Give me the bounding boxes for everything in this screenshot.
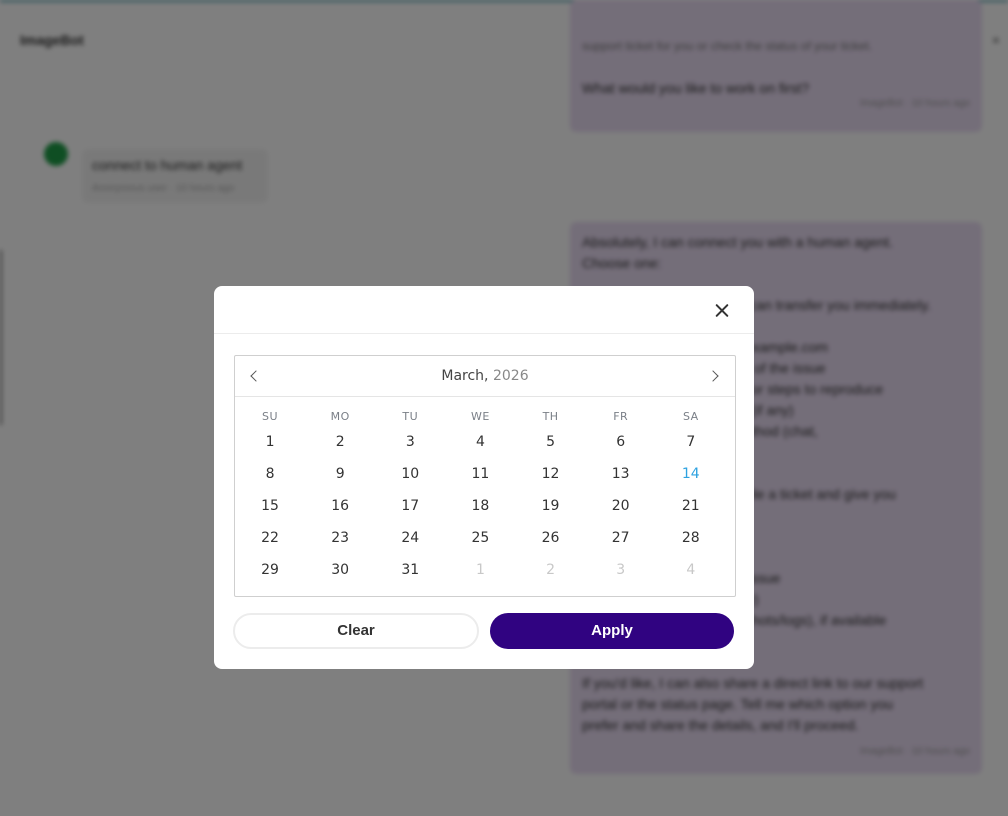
calendar: March, 2026 SU MO TU WE TH FR SA 1 2 3 4 5 6 7 8 9 10 11…	[234, 355, 736, 597]
date-picker-modal: March, 2026 SU MO TU WE TH FR SA 1 2 3 4 5 6 7 8 9 10 11…	[214, 286, 754, 669]
weekday-label: TH	[542, 410, 559, 423]
weekday-label: MO	[330, 410, 350, 423]
day-cell[interactable]: 23	[305, 522, 375, 554]
weekday-label: TU	[402, 410, 419, 423]
day-cell[interactable]: 25	[445, 522, 515, 554]
day-cell-other-month[interactable]: 2	[516, 554, 586, 586]
day-cell[interactable]: 15	[235, 490, 305, 522]
close-icon[interactable]	[712, 300, 732, 320]
day-cell[interactable]: 8	[235, 458, 305, 490]
apply-button[interactable]: Apply	[490, 613, 734, 649]
weekday-label: SU	[262, 410, 279, 423]
day-cell-other-month[interactable]: 1	[445, 554, 515, 586]
day-cell[interactable]: 18	[445, 490, 515, 522]
day-cell-today[interactable]: 14	[656, 458, 726, 490]
weekday-label: FR	[613, 410, 629, 423]
day-cell[interactable]: 30	[305, 554, 375, 586]
day-cell[interactable]: 5	[516, 426, 586, 458]
chevron-right-icon[interactable]	[707, 368, 723, 384]
day-cell[interactable]: 3	[375, 426, 445, 458]
day-cell[interactable]: 21	[656, 490, 726, 522]
day-cell[interactable]: 28	[656, 522, 726, 554]
day-cell[interactable]: 19	[516, 490, 586, 522]
day-cell[interactable]: 6	[586, 426, 656, 458]
day-cell[interactable]: 2	[305, 426, 375, 458]
day-cell[interactable]: 9	[305, 458, 375, 490]
calendar-header: March, 2026	[235, 356, 735, 397]
modal-header	[214, 286, 754, 334]
day-cell[interactable]: 20	[586, 490, 656, 522]
month-label[interactable]: March,	[441, 368, 488, 384]
day-cell[interactable]: 17	[375, 490, 445, 522]
day-cell[interactable]: 16	[305, 490, 375, 522]
weekday-header: SU MO TU WE TH FR SA	[235, 410, 735, 423]
day-cell[interactable]: 22	[235, 522, 305, 554]
calendar-title: March, 2026	[235, 368, 735, 384]
clear-button[interactable]: Clear	[233, 613, 479, 649]
day-cell[interactable]: 10	[375, 458, 445, 490]
day-cell[interactable]: 13	[586, 458, 656, 490]
days-grid: 1 2 3 4 5 6 7 8 9 10 11 12 13 14 15 16 17 18 19 20 21 22 23 24 2…	[235, 426, 735, 586]
weekday-label: SA	[682, 410, 699, 423]
modal-actions: Clear Apply	[233, 613, 735, 649]
day-cell[interactable]: 12	[516, 458, 586, 490]
year-label[interactable]: 2026	[493, 368, 529, 384]
day-cell[interactable]: 11	[445, 458, 515, 490]
day-cell[interactable]: 29	[235, 554, 305, 586]
day-cell[interactable]: 24	[375, 522, 445, 554]
day-cell-other-month[interactable]: 3	[586, 554, 656, 586]
day-cell[interactable]: 1	[235, 426, 305, 458]
day-cell[interactable]: 27	[586, 522, 656, 554]
day-cell[interactable]: 26	[516, 522, 586, 554]
day-cell[interactable]: 7	[656, 426, 726, 458]
day-cell-other-month[interactable]: 4	[656, 554, 726, 586]
weekday-label: WE	[471, 410, 490, 423]
day-cell[interactable]: 4	[445, 426, 515, 458]
day-cell[interactable]: 31	[375, 554, 445, 586]
